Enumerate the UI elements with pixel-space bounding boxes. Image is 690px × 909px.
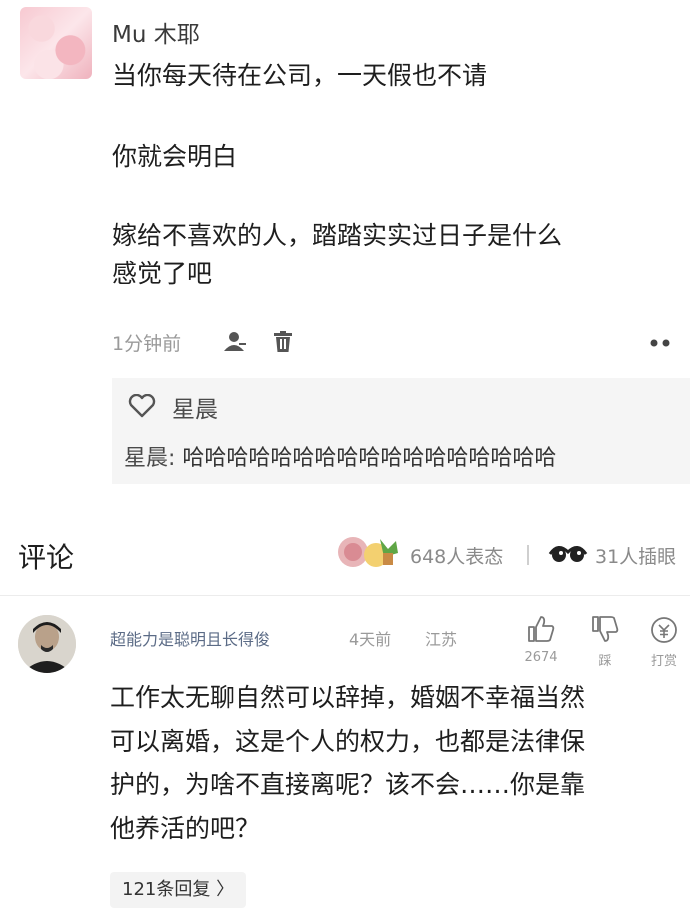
user-icon[interactable] [222,331,248,353]
reaction-count[interactable]: 648人表态 [410,542,503,569]
commenter-name[interactable]: 超能力是聪明且长得俊 [110,626,270,650]
comment-location: 江苏 [425,630,458,649]
reply-text: 哈哈哈哈哈哈哈哈哈哈哈哈哈哈哈哈哈 [182,446,557,471]
post-author-avatar[interactable] [20,7,92,79]
comment-text-line-3: 护的，为啥不直接离呢？该不会……你是靠 [110,770,586,799]
trash-icon[interactable] [273,331,293,353]
header-separator [527,545,529,565]
comment-text-line-1: 工作太无聊自然可以辞掉，婚姻不幸福当然 [110,683,586,712]
comments-title: 评论 [18,541,75,574]
more-options-icon[interactable] [648,338,674,348]
thumbs-down-icon[interactable] [590,614,620,644]
post-text-line-3: 嫁给不喜欢的人，踏踏实实过日子是什么 [112,221,563,250]
eye-emoji-icon[interactable] [548,540,588,564]
post-text-line-2: 你就会明白 [112,142,238,171]
post-text-line-1: 当你每天待在公司，一天假也不请 [112,61,488,90]
post-card: Mu 木耶 当你每天待在公司，一天假也不请 你就会明白 嫁给不喜欢的人，踏踏实实… [0,0,690,484]
post-username[interactable]: Mu 木耶 [112,15,200,49]
section-divider [0,484,690,514]
view-replies-button[interactable]: 121条回复 〉 [110,872,247,908]
like-count: 2674 [524,650,558,665]
post-text-line-4: 感觉了吧 [112,259,213,288]
reaction-emoji-icons[interactable] [336,535,408,569]
comment-time: 4天前 [349,630,392,649]
comment-text-line-2: 可以离婚，这是个人的权力，也都是法律保 [110,727,586,756]
reply-author[interactable]: 星晨: [124,446,175,471]
likes-and-replies-box: 星晨 星晨: 哈哈哈哈哈哈哈哈哈哈哈哈哈哈哈哈哈 [112,378,690,484]
liker-name[interactable]: 星晨 [172,390,218,424]
heart-icon [128,394,156,418]
dislike-label: 踩 [598,654,612,669]
commenter-avatar[interactable] [18,615,76,673]
reply-preview: 星晨: 哈哈哈哈哈哈哈哈哈哈哈哈哈哈哈哈哈 [124,440,556,472]
thumbs-up-icon[interactable] [526,614,556,644]
header-rule [0,595,690,596]
view-count[interactable]: 31人插眼 [595,542,676,569]
comment-text-line-4: 他养活的吧？ [110,814,261,843]
post-timestamp: 1分钟前 [112,333,182,355]
tip-label: 打赏 [650,654,677,669]
tip-coin-icon[interactable] [650,616,678,644]
